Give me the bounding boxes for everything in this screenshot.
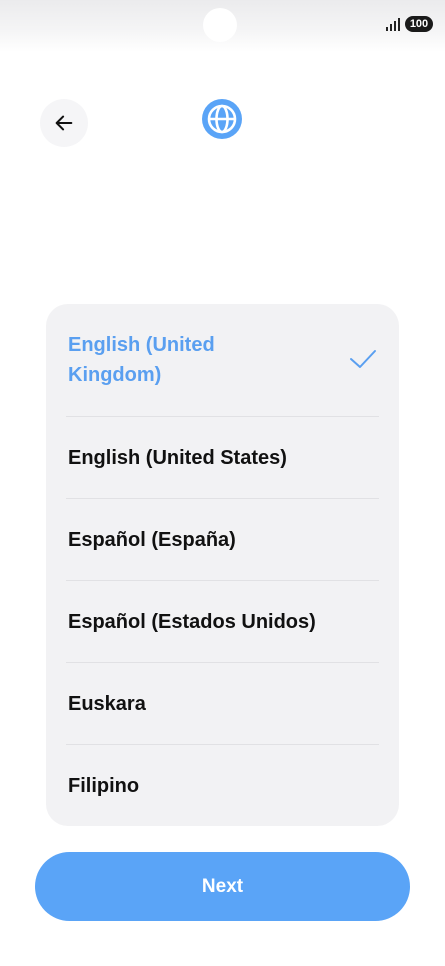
language-item-filipino[interactable]: Filipino [46, 745, 399, 826]
signal-bars-icon [386, 18, 400, 31]
language-item-espanol-espana[interactable]: Español (España) [46, 499, 399, 580]
battery-indicator: 100 [405, 16, 433, 32]
language-label: Filipino [68, 774, 140, 797]
language-label: English (United States) [68, 446, 287, 469]
language-item-english-uk[interactable]: English (United Kingdom) [46, 304, 399, 416]
language-label: Euskara [68, 692, 146, 715]
language-selection-screen: 100 English (United Kingdom) English (Un… [0, 0, 445, 966]
language-label: English (United Kingdom) [68, 334, 215, 386]
status-bar: 100 [0, 0, 445, 52]
next-button[interactable]: Next [35, 852, 410, 921]
language-item-espanol-estados-unidos[interactable]: Español (Estados Unidos) [46, 581, 399, 662]
globe-icon [202, 99, 242, 139]
language-label: Español (Estados Unidos) [68, 610, 316, 633]
language-item-english-us[interactable]: English (United States) [46, 417, 399, 498]
language-label: Español (España) [68, 528, 236, 551]
language-item-euskara[interactable]: Euskara [46, 663, 399, 744]
language-list: English (United Kingdom) English (United… [46, 304, 399, 826]
checkmark-icon [350, 350, 376, 368]
back-button[interactable] [40, 99, 88, 147]
camera-cutout [203, 8, 237, 42]
arrow-left-icon [55, 115, 73, 131]
